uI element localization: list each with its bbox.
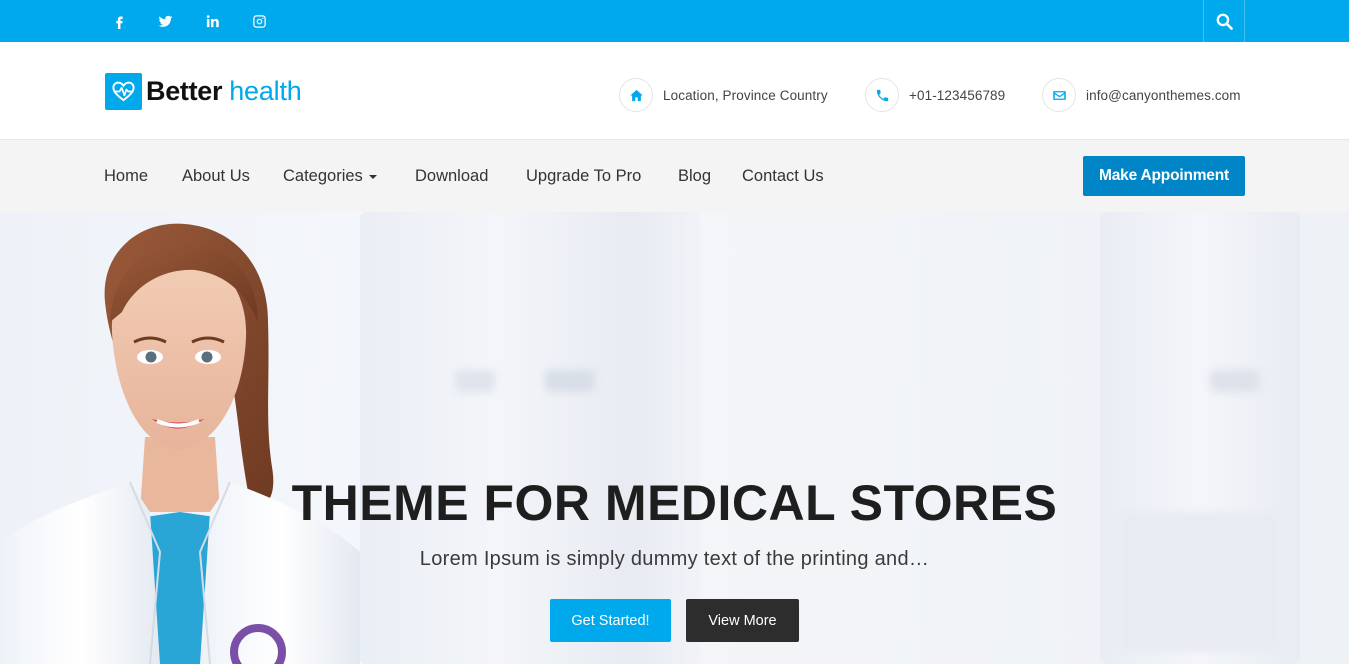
search-button[interactable] [1203,0,1245,42]
instagram-icon[interactable] [247,0,271,42]
search-icon [1216,13,1233,30]
site-header: Better health Location, Province Country… [0,42,1349,140]
main-nav: Home About Us Categories Download Upgrad… [0,140,1349,212]
nav-item-about-us[interactable]: About Us [182,140,250,212]
hero-title-wrap: THEME FOR MEDICAL STORES [0,474,1349,532]
top-bar [0,0,1349,42]
heart-pulse-icon [105,72,142,110]
nav-item-upgrade-to-pro[interactable]: Upgrade To Pro [526,140,641,212]
nav-item-home[interactable]: Home [104,140,148,212]
home-icon [619,78,653,112]
view-more-button[interactable]: View More [686,599,799,642]
nav-item-blog[interactable]: Blog [678,140,711,212]
phone-text[interactable]: +01-123456789 [909,88,1005,103]
hero-bg-item-1 [545,370,595,392]
logo-text-health: health [229,75,302,106]
twitter-icon[interactable] [153,0,177,42]
contact-email: info@canyonthemes.com [1042,78,1241,112]
facebook-icon[interactable] [107,0,131,42]
nav-item-categories-label: Categories [283,166,363,185]
phone-icon [865,78,899,112]
location-text: Location, Province Country [663,87,828,103]
contact-location: Location, Province Country [619,78,828,112]
email-text[interactable]: info@canyonthemes.com [1086,88,1241,103]
hero-bg-shelf [360,212,700,664]
hero-subtitle: Lorem Ipsum is simply dummy text of the … [419,548,930,570]
doctor-image [0,223,360,664]
caret-down-icon [368,175,377,179]
hero-bg-item-3 [1210,370,1260,392]
linkedin-icon[interactable] [200,0,224,42]
site-logo[interactable]: Better health [105,72,302,110]
nav-item-download[interactable]: Download [415,140,488,212]
nav-item-contact-us[interactable]: Contact Us [742,140,824,212]
hero-bg-box [1120,512,1280,652]
hero-banner: THEME FOR MEDICAL STORES Lorem Ipsum is … [0,212,1349,664]
get-started-button[interactable]: Get Started! [550,599,671,642]
hero-bg-item-2 [455,370,495,392]
envelope-icon [1042,78,1076,112]
contact-phone: +01-123456789 [865,78,1005,112]
nav-item-categories[interactable]: Categories [283,140,377,212]
make-appointment-button[interactable]: Make Appoinment [1083,156,1245,196]
hero-title: THEME FOR MEDICAL STORES [291,475,1058,531]
logo-text-better: Better [146,75,223,106]
